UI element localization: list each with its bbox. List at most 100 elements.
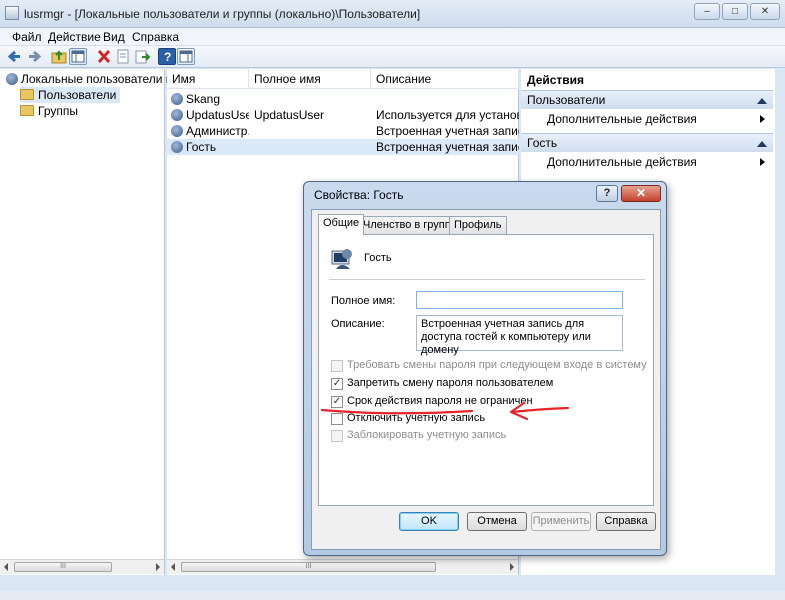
tree-root[interactable]: Локальные пользователи и гру — [6, 71, 193, 87]
section-title: Пользователи — [527, 93, 606, 107]
tab-profile[interactable]: Профиль — [449, 216, 507, 234]
collapse-icon[interactable] — [757, 141, 767, 147]
actions-section-guest[interactable]: Гость — [521, 133, 773, 152]
chk-password-never-expires[interactable]: ✓ — [331, 396, 343, 408]
scrollbar-thumb[interactable]: III — [14, 562, 112, 572]
list-horizontal-scrollbar[interactable]: III — [167, 559, 518, 574]
submenu-arrow-icon — [760, 115, 765, 123]
menu-bar: Файл Действие Вид Справка — [0, 28, 785, 46]
chk-prevent-password-change[interactable]: ✓ — [331, 378, 343, 390]
user-avatar-icon — [330, 245, 354, 274]
full-name-label: Полное имя: — [331, 295, 396, 307]
cell-name: Администр... — [186, 124, 249, 138]
svg-text:?: ? — [164, 50, 171, 64]
menu-help[interactable]: Справка — [132, 30, 179, 44]
dialog-title: Свойства: Гость — [314, 188, 404, 202]
label-password-never-expires[interactable]: Срок действия пароля не ограничен — [347, 395, 533, 407]
cell-name: Skang — [186, 92, 221, 106]
properties-dialog: Свойства: Гость ? ✕ Общие Членство в гру… — [303, 181, 667, 556]
user-icon — [171, 141, 183, 153]
user-icon — [171, 125, 183, 137]
window-title: lusrmgr - [Локальные пользователи и груп… — [24, 7, 421, 21]
show-tree-icon[interactable] — [69, 48, 87, 65]
scroll-right-icon[interactable] — [156, 563, 160, 571]
table-row-selected[interactable]: Гость Встроенная учетная запись для — [167, 139, 519, 155]
tree-item-groups[interactable]: Группы — [20, 103, 78, 119]
tab-panel-general: Гость Полное имя: Описание: Встроенная у… — [318, 234, 654, 506]
maximize-button[interactable]: □ — [722, 3, 748, 20]
cell-description: Встроенная учетная запись для — [376, 140, 519, 154]
table-row[interactable]: Администр... Встроенная учетная запись а… — [167, 123, 519, 139]
cell-description: Встроенная учетная запись адм — [376, 124, 519, 138]
more-actions-guest[interactable]: Дополнительные действия — [521, 153, 773, 171]
column-header-description[interactable]: Описание — [371, 69, 519, 89]
cell-name: Гость — [186, 140, 217, 154]
label-prevent-password-change[interactable]: Запретить смену пароля пользователем — [347, 377, 553, 389]
export-list-icon[interactable] — [133, 48, 151, 65]
label-disable-account[interactable]: Отключить учетную запись — [347, 412, 485, 424]
cell-full-name: UpdatusUser — [254, 108, 325, 122]
more-actions-users[interactable]: Дополнительные действия — [521, 110, 773, 128]
help-icon[interactable]: ? — [158, 48, 176, 65]
minimize-button[interactable]: – — [694, 3, 720, 20]
user-icon — [171, 93, 183, 105]
forward-icon[interactable] — [25, 48, 43, 65]
chk-require-password-change — [331, 360, 343, 372]
table-row[interactable]: UpdatusUser UpdatusUser Используется для… — [167, 107, 519, 123]
delete-icon[interactable] — [95, 48, 113, 65]
section-title: Гость — [527, 136, 558, 150]
dialog-close-button[interactable]: ✕ — [621, 185, 661, 202]
console-tree: Локальные пользователи и гру Пользовател… — [0, 69, 193, 575]
chk-disable-account[interactable] — [331, 413, 343, 425]
cancel-button[interactable]: Отмена — [467, 512, 527, 531]
tab-general[interactable]: Общие — [318, 214, 365, 235]
column-header-name[interactable]: Имя — [167, 69, 249, 89]
submenu-arrow-icon — [760, 158, 765, 166]
folder-icon — [20, 105, 34, 116]
dialog-help-button[interactable]: ? — [596, 185, 618, 202]
chk-lock-account — [331, 430, 343, 442]
label-lock-account: Заблокировать учетную запись — [347, 429, 507, 441]
separator — [329, 279, 645, 280]
properties-icon[interactable] — [114, 48, 132, 65]
apply-button: Применить — [531, 512, 591, 531]
close-window-button[interactable]: ✕ — [750, 3, 780, 20]
actions-section-users[interactable]: Пользователи — [521, 90, 773, 109]
menu-action[interactable]: Действие — [48, 30, 101, 44]
full-name-field[interactable] — [416, 291, 623, 309]
folder-icon — [20, 89, 34, 100]
user-icon — [171, 109, 183, 121]
back-icon[interactable] — [6, 48, 24, 65]
scroll-left-icon[interactable] — [4, 563, 8, 571]
cell-name: UpdatusUser — [186, 108, 249, 122]
tree-horizontal-scrollbar[interactable]: III — [0, 559, 164, 574]
column-header-full-name[interactable]: Полное имя — [249, 69, 371, 89]
menu-view[interactable]: Вид — [103, 30, 125, 44]
toolbar: ? — [0, 46, 785, 68]
cell-description: Используется для установки об — [376, 108, 519, 122]
users-groups-icon — [6, 73, 18, 85]
label-require-password-change: Требовать смены пароля при следующем вхо… — [347, 359, 647, 371]
tree-item-label: Группы — [38, 104, 78, 118]
description-label: Описание: — [331, 318, 385, 330]
help-button[interactable]: Справка — [596, 512, 656, 531]
action-label: Дополнительные действия — [547, 155, 697, 169]
menu-file[interactable]: Файл — [12, 30, 42, 44]
app-icon — [5, 6, 19, 20]
scrollbar-thumb[interactable]: III — [181, 562, 436, 572]
ok-button[interactable]: OK — [399, 512, 459, 531]
table-row[interactable]: Skang — [167, 91, 519, 107]
scroll-left-icon[interactable] — [171, 563, 175, 571]
title-bar: lusrmgr - [Локальные пользователи и груп… — [0, 0, 785, 28]
action-pane-icon[interactable] — [177, 48, 195, 65]
collapse-icon[interactable] — [757, 98, 767, 104]
dialog-user-name: Гость — [364, 252, 392, 264]
up-folder-icon[interactable] — [50, 48, 68, 65]
tree-item-label: Пользователи — [38, 88, 117, 102]
tree-item-users[interactable]: Пользователи — [20, 87, 121, 103]
dialog-body: Общие Членство в группах Профиль Гость П… — [311, 209, 661, 550]
action-label: Дополнительные действия — [547, 112, 697, 126]
scroll-right-icon[interactable] — [510, 563, 514, 571]
actions-header: Действия — [527, 73, 585, 87]
description-field[interactable]: Встроенная учетная запись для доступа го… — [416, 315, 623, 356]
